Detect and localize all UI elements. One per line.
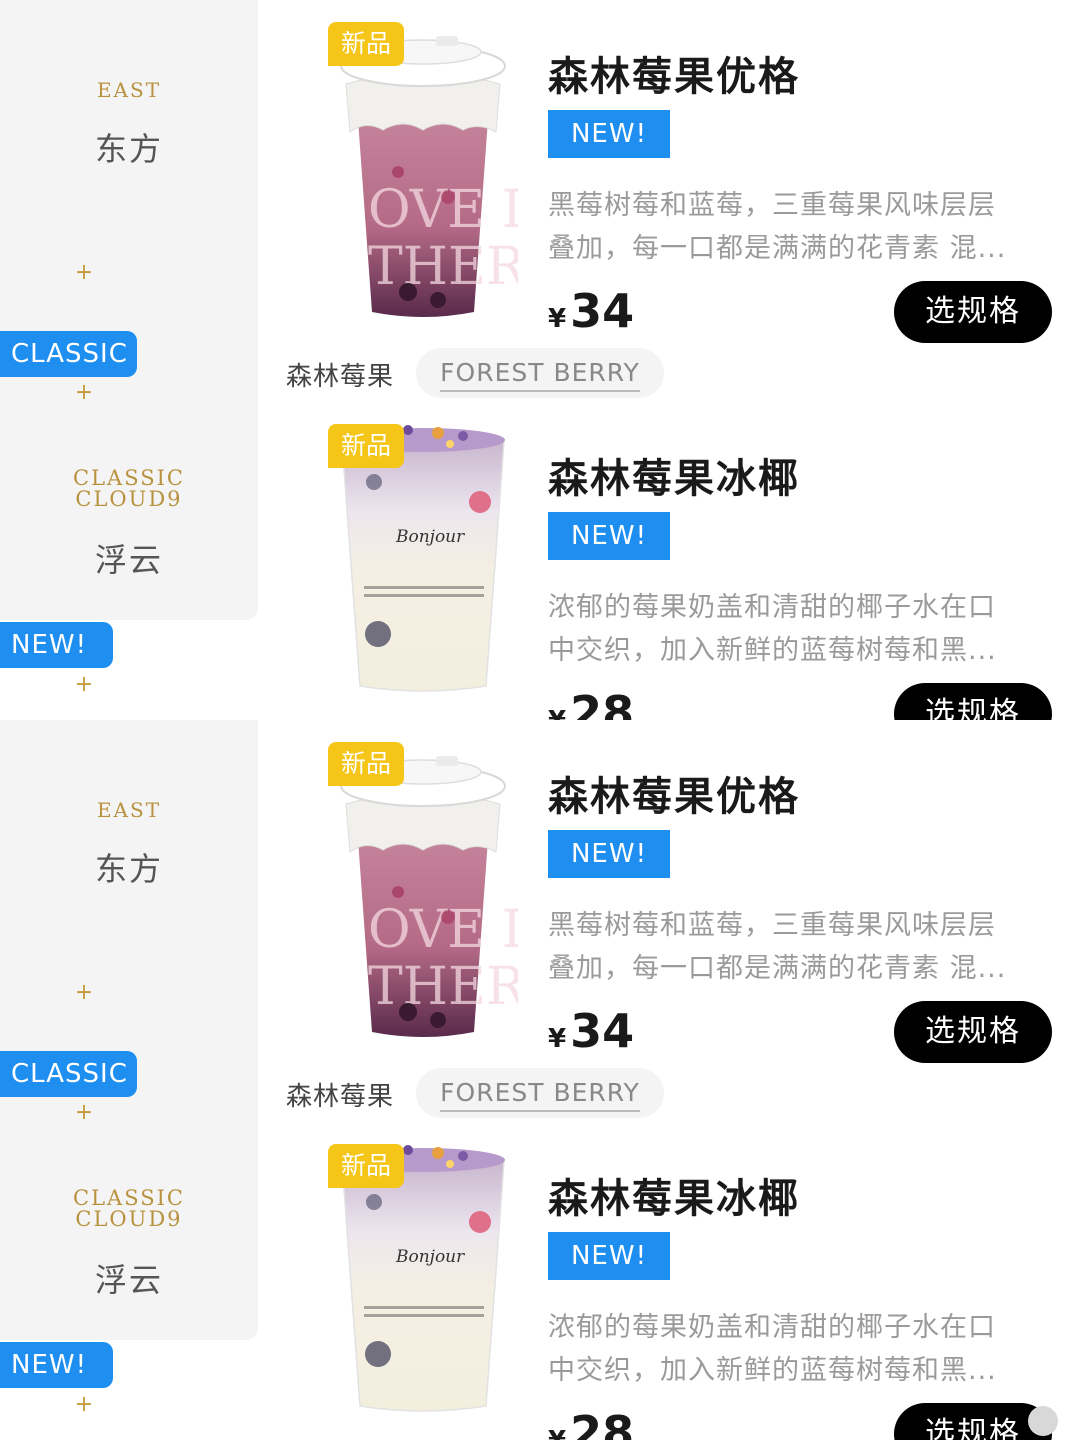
desc-line: 浓郁的莓果奶盖和清甜的椰子水在口 [548,592,996,623]
product-name: 森林莓果优格 [548,774,800,820]
desc-line: 浓郁的莓果奶盖和清甜的椰子水在口 [548,1312,996,1343]
product-image: Bonjour 新品 [328,1144,518,1440]
currency-symbol: ¥ [548,1426,566,1440]
new-tag: NEW! [548,1232,670,1280]
product-price: ¥34 [548,1004,634,1058]
select-spec-button[interactable]: 选规格 [894,683,1052,720]
plus-icon: + [74,980,94,1005]
coconut-cup-icon: Bonjour [341,1145,505,1412]
product-price: ¥28 [548,1406,634,1440]
yogurt-cup-icon: OVE I THER [340,756,527,1037]
category-name-cn: 森林莓果 [286,1082,395,1112]
cloud9-line1: CLASSIC [73,466,185,490]
new-product-badge: 新品 [328,22,404,66]
category-name-cn: 森林莓果 [286,362,395,392]
cloud9-line2: CLOUD9 [75,1207,183,1231]
new-product-badge: 新品 [328,1144,404,1188]
yogurt-cup-icon: OVE I THER [340,36,527,317]
category-sidebar: EAST 东方 + CLASSIC + CLASSIC CLOUD9 浮云 NE… [0,720,258,1440]
sidebar-item-east-cn[interactable]: 东方 [0,844,258,890]
product-card[interactable]: OVE I THER 新品 森林莓果优格 NEW! 黑莓树莓和蓝莓，三重莓果风味… [278,22,1068,343]
select-spec-button[interactable]: 选规格 [894,281,1052,343]
menu-screen-bottom: EAST 东方 + CLASSIC + CLASSIC CLOUD9 浮云 NE… [0,720,1080,1440]
product-description: 浓郁的莓果奶盖和清甜的椰子水在口 中交织，加入新鲜的蓝莓树莓和黑... [548,1306,1048,1392]
plus-icon: + [74,672,94,697]
product-name: 森林莓果冰椰 [548,456,800,502]
price-value: 28 [570,1406,635,1440]
desc-line: 中交织，加入新鲜的蓝莓树莓和黑... [548,1355,997,1386]
price-value: 34 [570,284,635,338]
sidebar-item-cloud9-cn[interactable]: 浮云 [0,535,258,581]
select-spec-button[interactable]: 选规格 [894,1001,1052,1063]
category-sidebar: EAST 东方 + CLASSIC + CLASSIC CLOUD9 浮云 NE… [0,0,258,720]
sidebar-item-east-en[interactable]: EAST [0,78,258,102]
sidebar-item-cloud9-cn[interactable]: 浮云 [0,1255,258,1301]
sidebar-classic-tag[interactable]: CLASSIC [0,1051,137,1097]
currency-symbol: ¥ [548,304,567,334]
category-en-text: FOREST BERRY [440,358,640,392]
price-value: 34 [570,1004,635,1058]
svg-text:OVE I: OVE I [368,900,518,960]
sidebar-item-east-cn[interactable]: 东方 [0,124,258,170]
product-image: OVE I THER 新品 [328,742,527,1042]
new-tag: NEW! [548,512,670,560]
sidebar-classic-tag[interactable]: CLASSIC [0,331,137,377]
currency-symbol: ¥ [548,1024,567,1054]
sidebar-item-cloud9-en[interactable]: CLASSIC CLOUD9 [0,468,258,510]
new-tag: NEW! [548,830,670,878]
menu-screen-top: EAST 东方 + CLASSIC + CLASSIC CLOUD9 浮云 NE… [0,0,1080,720]
svg-text:OVE I: OVE I [368,180,518,240]
desc-line: 叠加，每一口都是满满的花青素 混... [548,233,1007,264]
product-image: OVE I THER 新品 [328,22,527,322]
product-image: Bonjour 新品 [328,424,518,720]
price-value: 28 [570,686,635,720]
desc-line: 叠加，每一口都是满满的花青素 混... [548,953,1007,984]
product-price: ¥28 [548,686,634,720]
sidebar-new-tag[interactable]: NEW! [0,622,113,668]
product-price: ¥34 [548,284,634,338]
svg-text:THER: THER [368,237,518,297]
product-name: 森林莓果优格 [548,54,800,100]
watermark-icon [1028,1406,1058,1436]
category-name-en: FOREST BERRY [416,1068,664,1118]
sidebar-new-tag[interactable]: NEW! [0,1342,113,1388]
sidebar-item-east-en[interactable]: EAST [0,798,258,822]
cloud9-line2: CLOUD9 [75,487,183,511]
currency-symbol: ¥ [548,706,566,720]
coconut-cup-icon: Bonjour [341,425,505,692]
category-name-en: FOREST BERRY [416,348,664,398]
product-description: 黑莓树莓和蓝莓，三重莓果风味层层 叠加，每一口都是满满的花青素 混... [548,184,1048,270]
plus-icon: + [74,1392,94,1417]
product-description: 黑莓树莓和蓝莓，三重莓果风味层层 叠加，每一口都是满满的花青素 混... [548,904,1048,990]
sidebar-item-cloud9-en[interactable]: CLASSIC CLOUD9 [0,1188,258,1230]
svg-text:Bonjour: Bonjour [395,1247,465,1267]
cloud9-line1: CLASSIC [73,1186,185,1210]
plus-icon: + [74,260,94,285]
product-card[interactable]: OVE I THER 新品 森林莓果优格 NEW! 黑莓树莓和蓝莓，三重莓果风味… [278,742,1068,1063]
desc-line: 黑莓树莓和蓝莓，三重莓果风味层层 [548,190,996,221]
plus-icon: + [74,1100,94,1125]
plus-icon: + [74,380,94,405]
desc-line: 中交织，加入新鲜的蓝莓树莓和黑... [548,635,997,666]
svg-text:THER: THER [368,957,518,1017]
product-description: 浓郁的莓果奶盖和清甜的椰子水在口 中交织，加入新鲜的蓝莓树莓和黑... [548,586,1048,672]
svg-text:Bonjour: Bonjour [395,527,465,547]
new-product-badge: 新品 [328,424,404,468]
new-tag: NEW! [548,110,670,158]
product-name: 森林莓果冰椰 [548,1176,800,1222]
new-product-badge: 新品 [328,742,404,786]
category-en-text: FOREST BERRY [440,1078,640,1112]
product-card[interactable]: Bonjour 新品 森林莓果冰椰 NEW! 浓郁的莓果奶盖和清甜的椰子水在口 … [278,1144,1068,1440]
desc-line: 黑莓树莓和蓝莓，三重莓果风味层层 [548,910,996,941]
product-card[interactable]: Bonjour 新品 森林莓果冰椰 NEW! 浓郁的莓果奶盖和清甜的椰子水在口 … [278,424,1068,720]
